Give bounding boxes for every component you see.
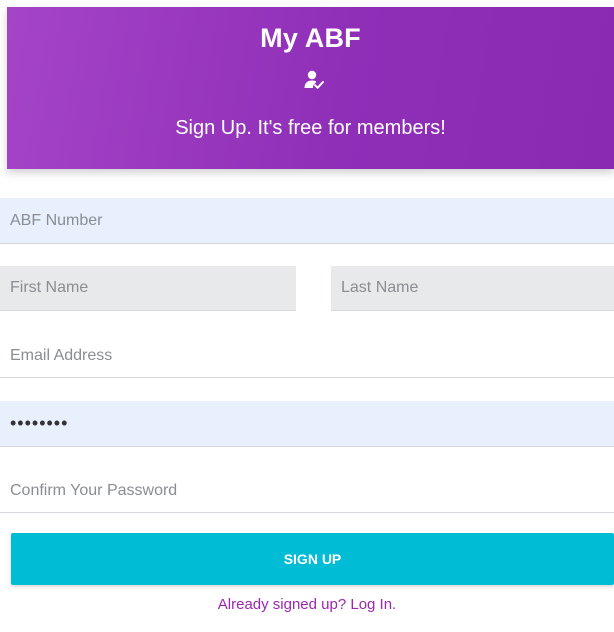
email-input[interactable] xyxy=(0,335,614,378)
confirm-password-input[interactable] xyxy=(0,470,614,513)
last-name-input[interactable] xyxy=(331,266,614,311)
password-input[interactable] xyxy=(0,401,614,447)
app-title: My ABF xyxy=(260,23,361,53)
signup-header: My ABF Sign Up. It's free for members! xyxy=(7,7,614,169)
log-in-link[interactable]: Already signed up? Log In. xyxy=(0,596,614,613)
sign-up-button[interactable]: SIGN UP xyxy=(11,533,614,585)
user-check-icon xyxy=(304,70,324,89)
signup-tagline: Sign Up. It's free for members! xyxy=(175,117,446,139)
first-name-input[interactable] xyxy=(0,266,296,311)
abf-number-input[interactable] xyxy=(0,198,614,244)
